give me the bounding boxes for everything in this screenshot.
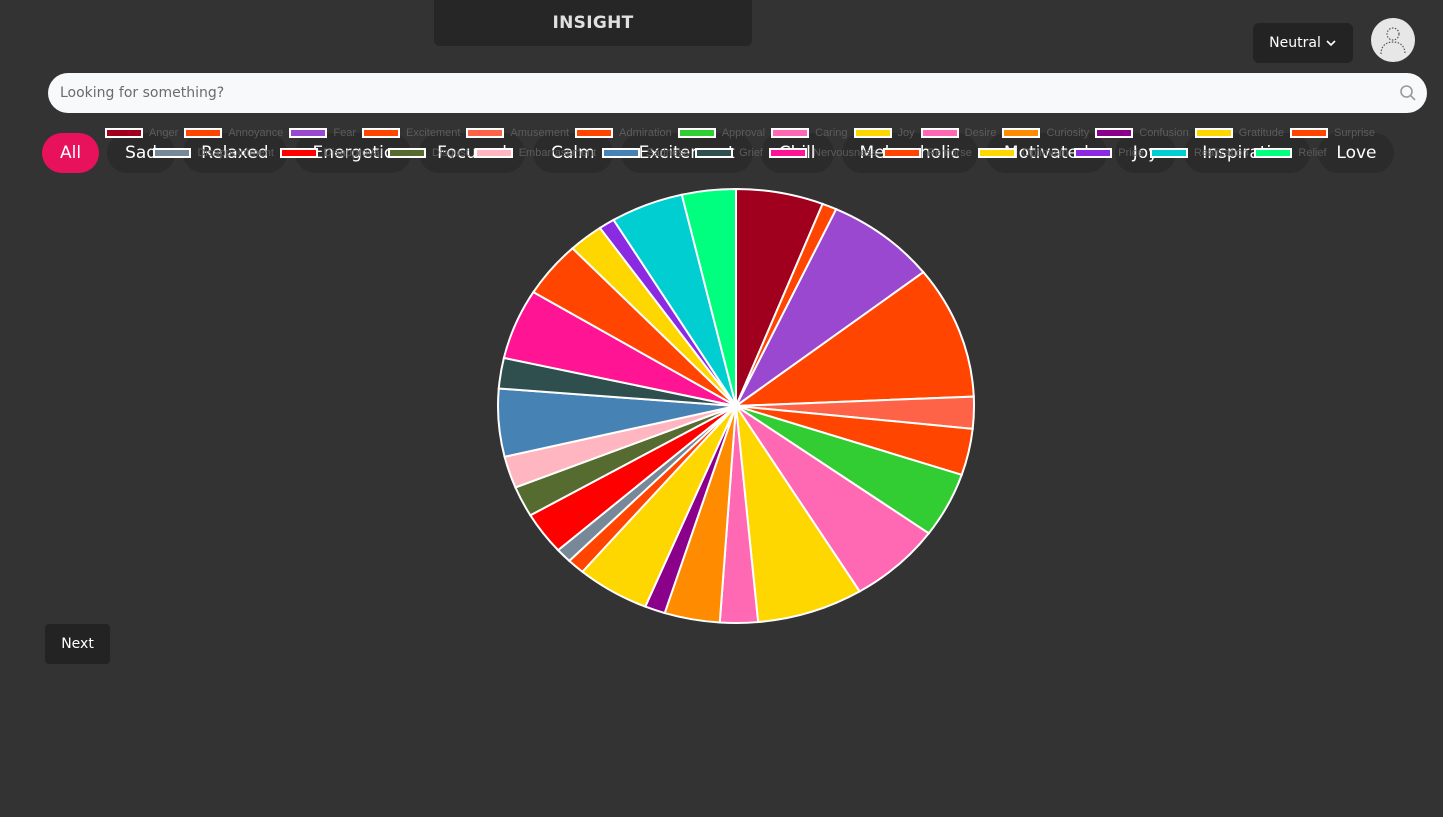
filter-chip-love[interactable]: Love <box>1318 133 1395 173</box>
filter-chip-motivated[interactable]: Motivated <box>985 133 1107 173</box>
chevron-down-icon <box>1326 40 1336 47</box>
search-input[interactable] <box>48 73 1388 113</box>
app-title: INSIGHT <box>434 0 752 46</box>
emotion-pie-chart <box>497 187 976 624</box>
filter-chip-relaxed[interactable]: Relaxed <box>183 133 287 173</box>
mood-dropdown-value: Neutral <box>1269 35 1321 51</box>
app-title-text: INSIGHT <box>552 13 634 33</box>
search-bar <box>48 73 1427 113</box>
filter-chip-calm[interactable]: Calm <box>532 133 613 173</box>
filter-chip-chill[interactable]: Chill <box>760 133 834 173</box>
next-button[interactable]: Next <box>45 624 110 664</box>
mood-dropdown[interactable]: Neutral <box>1253 23 1353 63</box>
filter-chip-excitement[interactable]: Excitement <box>620 133 753 173</box>
page: INSIGHT Neutral AllSadRelaxedEnergeticFo… <box>0 0 1443 817</box>
search-icon[interactable] <box>1399 84 1417 102</box>
filter-chip-all[interactable]: All <box>42 133 100 173</box>
filter-chip-focused[interactable]: Focused <box>419 133 525 173</box>
user-icon <box>1380 27 1406 55</box>
filter-chip-inspiration[interactable]: Inspiration <box>1184 133 1311 173</box>
filter-chip-energetic[interactable]: Energetic <box>294 133 412 173</box>
mood-filter-chips: All Sad Relaxed Energetic Focused Calm Excitem… <box>42 133 1395 173</box>
filter-chip-joy[interactable]: Joy <box>1114 133 1177 173</box>
filter-chip-sad[interactable]: Sad <box>107 133 176 173</box>
user-avatar[interactable] <box>1371 18 1415 62</box>
filter-chip-melancholic[interactable]: Melancholic <box>841 133 978 173</box>
